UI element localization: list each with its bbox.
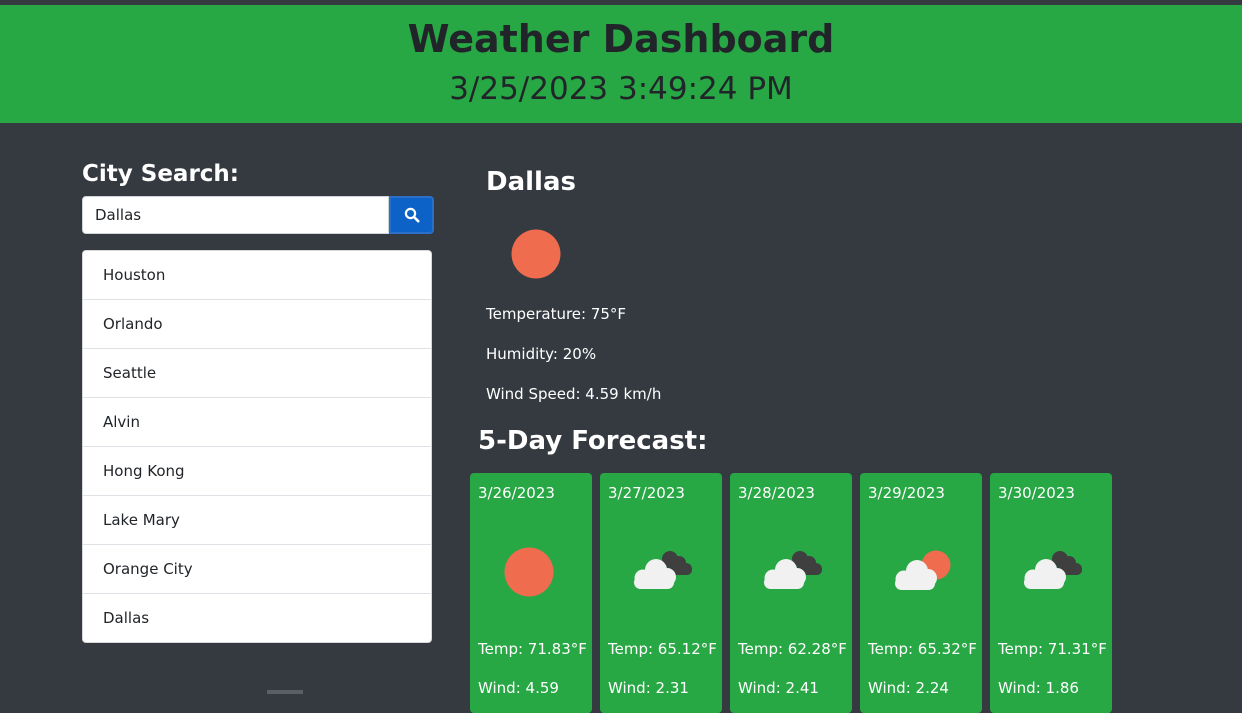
search-history-list: Houston Orlando Seattle Alvin Hong Kong … (82, 250, 432, 643)
current-wind-speed: Wind Speed: 4.59 km/h (486, 385, 662, 403)
history-item[interactable]: Houston (83, 251, 431, 300)
history-item[interactable]: Orange City (83, 545, 431, 594)
forecast-wind: Wind: 1.86 (998, 679, 1079, 697)
forecast-date: 3/27/2023 (608, 484, 685, 502)
forecast-wind: Wind: 2.31 (608, 679, 689, 697)
forecast-date: 3/26/2023 (478, 484, 555, 502)
partly-cloudy-icon (895, 550, 951, 590)
forecast-card: 3/30/2023 Temp: 71.31°F Wind: 1.86 (990, 473, 1112, 713)
cloudy-icon (634, 551, 692, 589)
cloudy-icon (1024, 551, 1082, 589)
page-header: Weather Dashboard 3/25/2023 3:49:24 PM (0, 5, 1242, 123)
forecast-date: 3/30/2023 (998, 484, 1075, 502)
forecast-card: 3/27/2023 Temp: 65.12°F Wind: 2.31 (600, 473, 722, 713)
forecast-temp: Temp: 65.32°F (868, 640, 977, 658)
cloudy-icon (764, 551, 822, 589)
history-item[interactable]: Orlando (83, 300, 431, 349)
city-search-title: City Search: (82, 161, 239, 187)
forecast-date: 3/28/2023 (738, 484, 815, 502)
forecast-title: 5-Day Forecast: (478, 426, 708, 456)
forecast-temp: Temp: 65.12°F (608, 640, 717, 658)
sun-icon (504, 547, 554, 597)
search-icon (404, 207, 419, 223)
forecast-temp: Temp: 71.31°F (998, 640, 1107, 658)
current-humidity: Humidity: 20% (486, 345, 597, 363)
forecast-temp: Temp: 62.28°F (738, 640, 847, 658)
forecast-card: 3/29/2023 Temp: 65.32°F Wind: 2.24 (860, 473, 982, 713)
history-item[interactable]: Lake Mary (83, 496, 431, 545)
history-item[interactable]: Alvin (83, 398, 431, 447)
search-form (82, 196, 434, 234)
forecast-card: 3/28/2023 Temp: 62.28°F Wind: 2.41 (730, 473, 852, 713)
page-title: Weather Dashboard (407, 17, 835, 61)
forecast-cards: 3/26/2023 Temp: 71.83°F Wind: 4.59 3/27/… (470, 473, 1112, 713)
forecast-wind: Wind: 2.41 (738, 679, 819, 697)
current-city-name: Dallas (486, 167, 576, 197)
forecast-wind: Wind: 4.59 (478, 679, 559, 697)
history-item[interactable]: Dallas (83, 594, 431, 642)
forecast-card: 3/26/2023 Temp: 71.83°F Wind: 4.59 (470, 473, 592, 713)
current-datetime: 3/25/2023 3:49:24 PM (449, 71, 793, 107)
sun-icon (511, 229, 561, 279)
city-search-input[interactable] (82, 196, 389, 234)
search-button[interactable] (389, 196, 434, 234)
forecast-date: 3/29/2023 (868, 484, 945, 502)
current-temperature: Temperature: 75°F (486, 305, 627, 323)
history-item[interactable]: Seattle (83, 349, 431, 398)
forecast-temp: Temp: 71.83°F (478, 640, 587, 658)
scrollbar-thumb[interactable] (267, 690, 303, 694)
forecast-wind: Wind: 2.24 (868, 679, 949, 697)
history-item[interactable]: Hong Kong (83, 447, 431, 496)
